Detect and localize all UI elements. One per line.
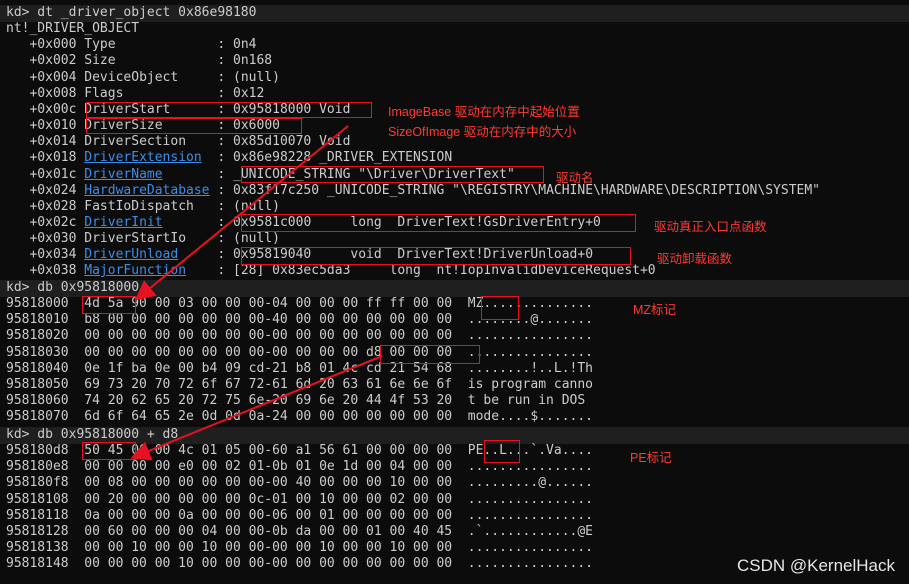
drivername-note: 驱动名 bbox=[556, 171, 594, 185]
mz-note: MZ标记 bbox=[633, 303, 677, 317]
sizeofimage-note: SizeOfImage 驱动在内存中的大小 bbox=[388, 125, 577, 139]
pe-note: PE标记 bbox=[630, 451, 672, 465]
watermark: CSDN @KernelHack bbox=[736, 556, 895, 575]
unload-note: 驱动卸载函数 bbox=[657, 252, 733, 266]
imagebase-note: ImageBase 驱动在内存中起始位置 bbox=[388, 105, 580, 119]
entry-note: 驱动真正入口点函数 bbox=[654, 220, 767, 234]
arrow-to-mz bbox=[134, 125, 349, 301]
annotation-arrows bbox=[130, 125, 383, 461]
arrow-to-pe bbox=[130, 355, 383, 461]
